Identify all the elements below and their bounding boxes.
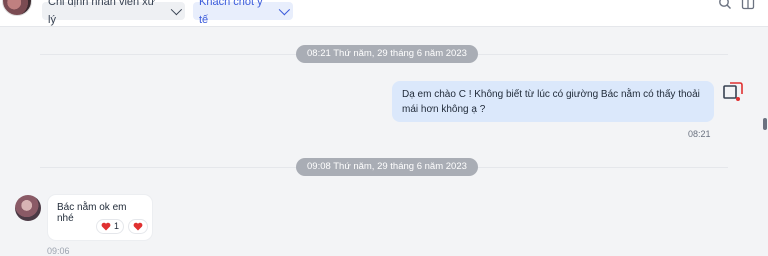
scrollbar-thumb[interactable] <box>763 118 767 130</box>
layout-panel-icon[interactable] <box>741 0 755 10</box>
reaction-chip[interactable]: 1 <box>96 219 125 234</box>
reaction-chip[interactable] <box>128 219 149 234</box>
date-chip: 09:08 Thứ năm, 29 tháng 6 năm 2023 <box>296 158 478 176</box>
avatar[interactable] <box>15 195 41 221</box>
heart-icon <box>133 222 143 231</box>
assign-staff-dropdown[interactable]: Chỉ định nhân viên xử lý <box>42 0 185 26</box>
assign-staff-label: Chỉ định nhân viên xử lý <box>48 0 156 26</box>
chevron-down-icon <box>279 4 291 16</box>
avatar[interactable] <box>2 0 32 16</box>
create-ticket-icon[interactable] <box>722 81 744 103</box>
heart-icon <box>101 222 111 231</box>
date-separator: 08:21 Thứ năm, 29 tháng 6 năm 2023 <box>0 44 740 64</box>
date-chip: 08:21 Thứ năm, 29 tháng 6 năm 2023 <box>296 45 478 63</box>
reaction-count: 1 <box>114 221 120 231</box>
conversation-header: Chỉ định nhân viên xử lý Khách chốt y tế <box>0 0 768 27</box>
outgoing-message[interactable]: Dạ em chào C ! Không biết từ lúc có giườ… <box>392 81 714 122</box>
message-text: Dạ em chào C ! Không biết từ lúc có giườ… <box>402 89 700 115</box>
message-time: 08:21 <box>688 129 711 139</box>
chevron-down-icon <box>170 3 183 16</box>
message-time: 09:06 <box>47 246 70 256</box>
reaction-bar: 1 <box>96 219 149 234</box>
date-separator: 09:08 Thứ năm, 29 tháng 6 năm 2023 <box>0 157 740 177</box>
customer-tag-dropdown[interactable]: Khách chốt y tế <box>193 0 293 26</box>
search-icon[interactable] <box>718 0 732 10</box>
customer-tag-label: Khách chốt y tế <box>199 0 263 26</box>
